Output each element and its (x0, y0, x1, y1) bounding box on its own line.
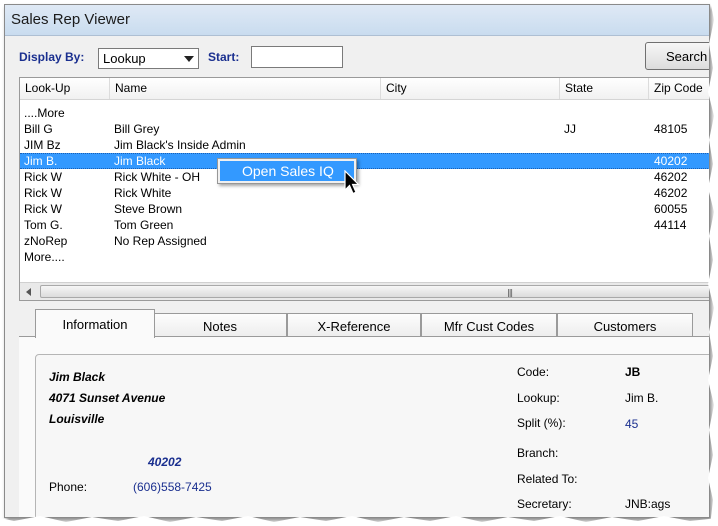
rep-city: Louisville (49, 412, 105, 426)
column-header-city[interactable]: City (381, 78, 560, 99)
phone-label: Phone: (49, 480, 88, 494)
tab-information[interactable]: Information (35, 309, 155, 338)
search-button-label: Search (666, 49, 708, 64)
table-row[interactable]: Rick W Rick White - OH 46202 (20, 169, 709, 185)
column-header-lookup[interactable]: Look-Up (20, 78, 110, 99)
start-label: Start: (208, 50, 240, 64)
split-label: Split (%): (517, 416, 566, 430)
phone-value: (606)558-7425 (133, 480, 212, 494)
table-row[interactable]: Tom G. Tom Green 44114 (20, 217, 709, 233)
code-label: Code: (517, 365, 550, 379)
torn-edge-bottom (0, 516, 718, 526)
info-box: Jim Black 4071 Sunset Avenue Louisville … (35, 354, 709, 517)
rep-address: 4071 Sunset Avenue (49, 391, 166, 405)
display-by-value: Lookup (103, 51, 146, 66)
lookup-value: Jim B. (625, 391, 659, 405)
column-header-state[interactable]: State (560, 78, 649, 99)
table-row-selected[interactable]: Jim B. Jim Black 40202 (20, 153, 709, 169)
window-title: Sales Rep Viewer (11, 11, 130, 28)
branch-label: Branch: (517, 446, 559, 460)
table-row[interactable]: JIM Bz Jim Black's Inside Admin (20, 137, 709, 153)
horizontal-scrollbar[interactable]: ||| (20, 282, 709, 300)
sales-rep-viewer-window: Sales Rep Viewer Display By: Lookup Star… (4, 4, 710, 518)
rep-name: Jim Black (49, 370, 106, 384)
related-to-label: Related To: (517, 472, 578, 486)
scroll-left-icon[interactable] (26, 288, 31, 296)
grid-header: Look-Up Name City State Zip Code (20, 78, 709, 100)
lookup-label: Lookup: (517, 391, 560, 405)
display-by-label: Display By: (19, 50, 85, 64)
chevron-down-icon[interactable] (184, 56, 194, 62)
secretary-value: JNB:ags (625, 497, 671, 511)
table-row[interactable]: Rick W Rick White 46202 (20, 185, 709, 201)
secretary-label: Secretary: (517, 497, 572, 511)
scrollbar-thumb[interactable]: ||| (40, 285, 709, 298)
mouse-cursor-icon (344, 170, 360, 195)
context-menu: Open Sales IQ (217, 158, 357, 184)
search-button[interactable]: Search (645, 42, 709, 70)
sales-rep-grid[interactable]: Look-Up Name City State Zip Code ....Mor… (19, 77, 709, 301)
column-header-zip[interactable]: Zip Code (649, 78, 709, 99)
tab-mfr-cust-codes[interactable]: Mfr Cust Codes (421, 313, 557, 338)
table-row[interactable]: zNoRep No Rep Assigned (20, 233, 709, 249)
tab-notes[interactable]: Notes (153, 313, 287, 338)
open-sales-iq-menu-item[interactable]: Open Sales IQ (220, 161, 354, 181)
rep-zip: 40202 (148, 455, 182, 469)
tab-x-reference[interactable]: X-Reference (287, 313, 421, 338)
split-value: 45 (625, 417, 639, 431)
title-bar[interactable]: Sales Rep Viewer (5, 5, 709, 36)
detail-tabs: Information Notes X-Reference Mfr Cust C… (19, 307, 709, 338)
table-row[interactable]: Rick W Steve Brown 60055 (20, 201, 709, 217)
column-header-name[interactable]: Name (110, 78, 381, 99)
tab-customers[interactable]: Customers (557, 313, 693, 338)
grip-icon: ||| (507, 288, 513, 297)
torn-edge-right (708, 0, 718, 526)
code-value: JB (625, 365, 641, 379)
table-row[interactable]: Bill G Bill Grey JJ 48105 (20, 121, 709, 137)
display-by-select[interactable]: Lookup (98, 48, 199, 69)
table-row[interactable]: More.... (20, 249, 709, 265)
table-row[interactable]: ....More (20, 105, 709, 121)
information-panel: Jim Black 4071 Sunset Avenue Louisville … (19, 336, 709, 517)
start-input[interactable] (251, 46, 343, 68)
